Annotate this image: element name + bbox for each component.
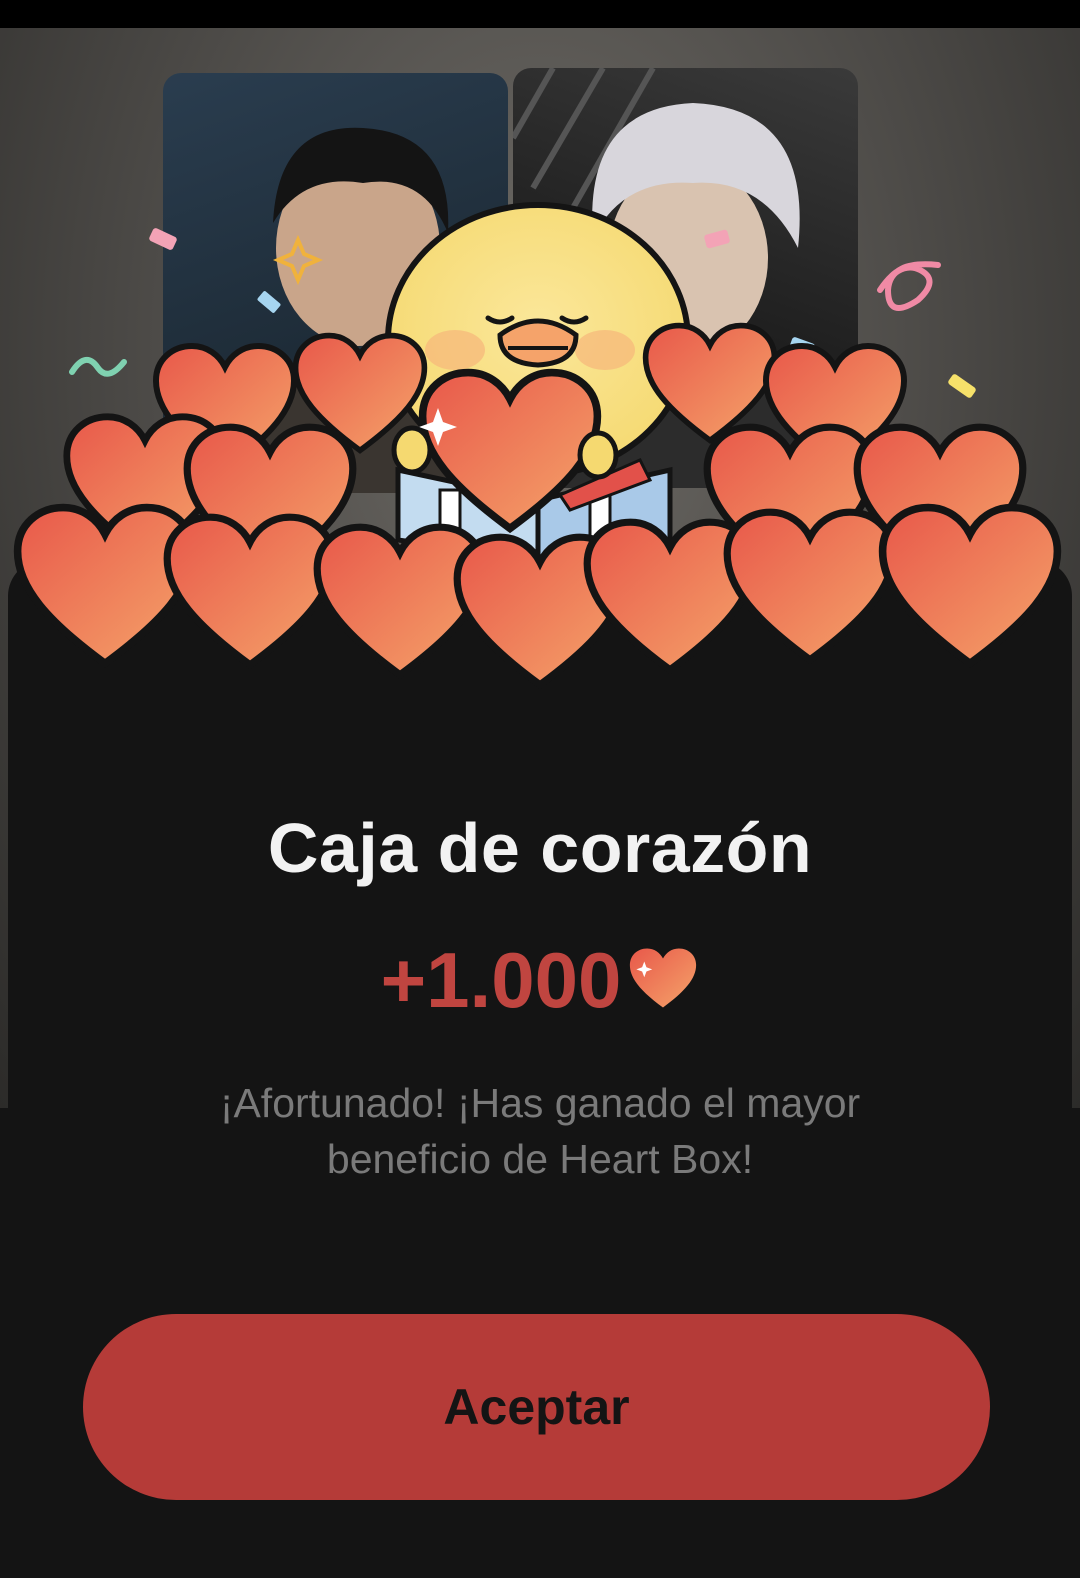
reward-amount: +1.000: [380, 936, 622, 1024]
dialog-title: Caja de corazón: [267, 809, 813, 887]
reward-amount-row: +1.000: [0, 935, 1080, 1026]
heart-icon: [630, 947, 697, 1008]
heart-box-screen: Caja de corazón +1.000 ¡Afortunado! ¡Has…: [0, 0, 1080, 1578]
accept-button[interactable]: Aceptar: [83, 1314, 990, 1500]
reward-illustration: [0, 202, 1080, 700]
reward-message: ¡Afortunado! ¡Has ganado el mayor benefi…: [219, 1080, 861, 1182]
status-bar: [0, 0, 1080, 28]
accept-button-label: Aceptar: [443, 1379, 630, 1435]
